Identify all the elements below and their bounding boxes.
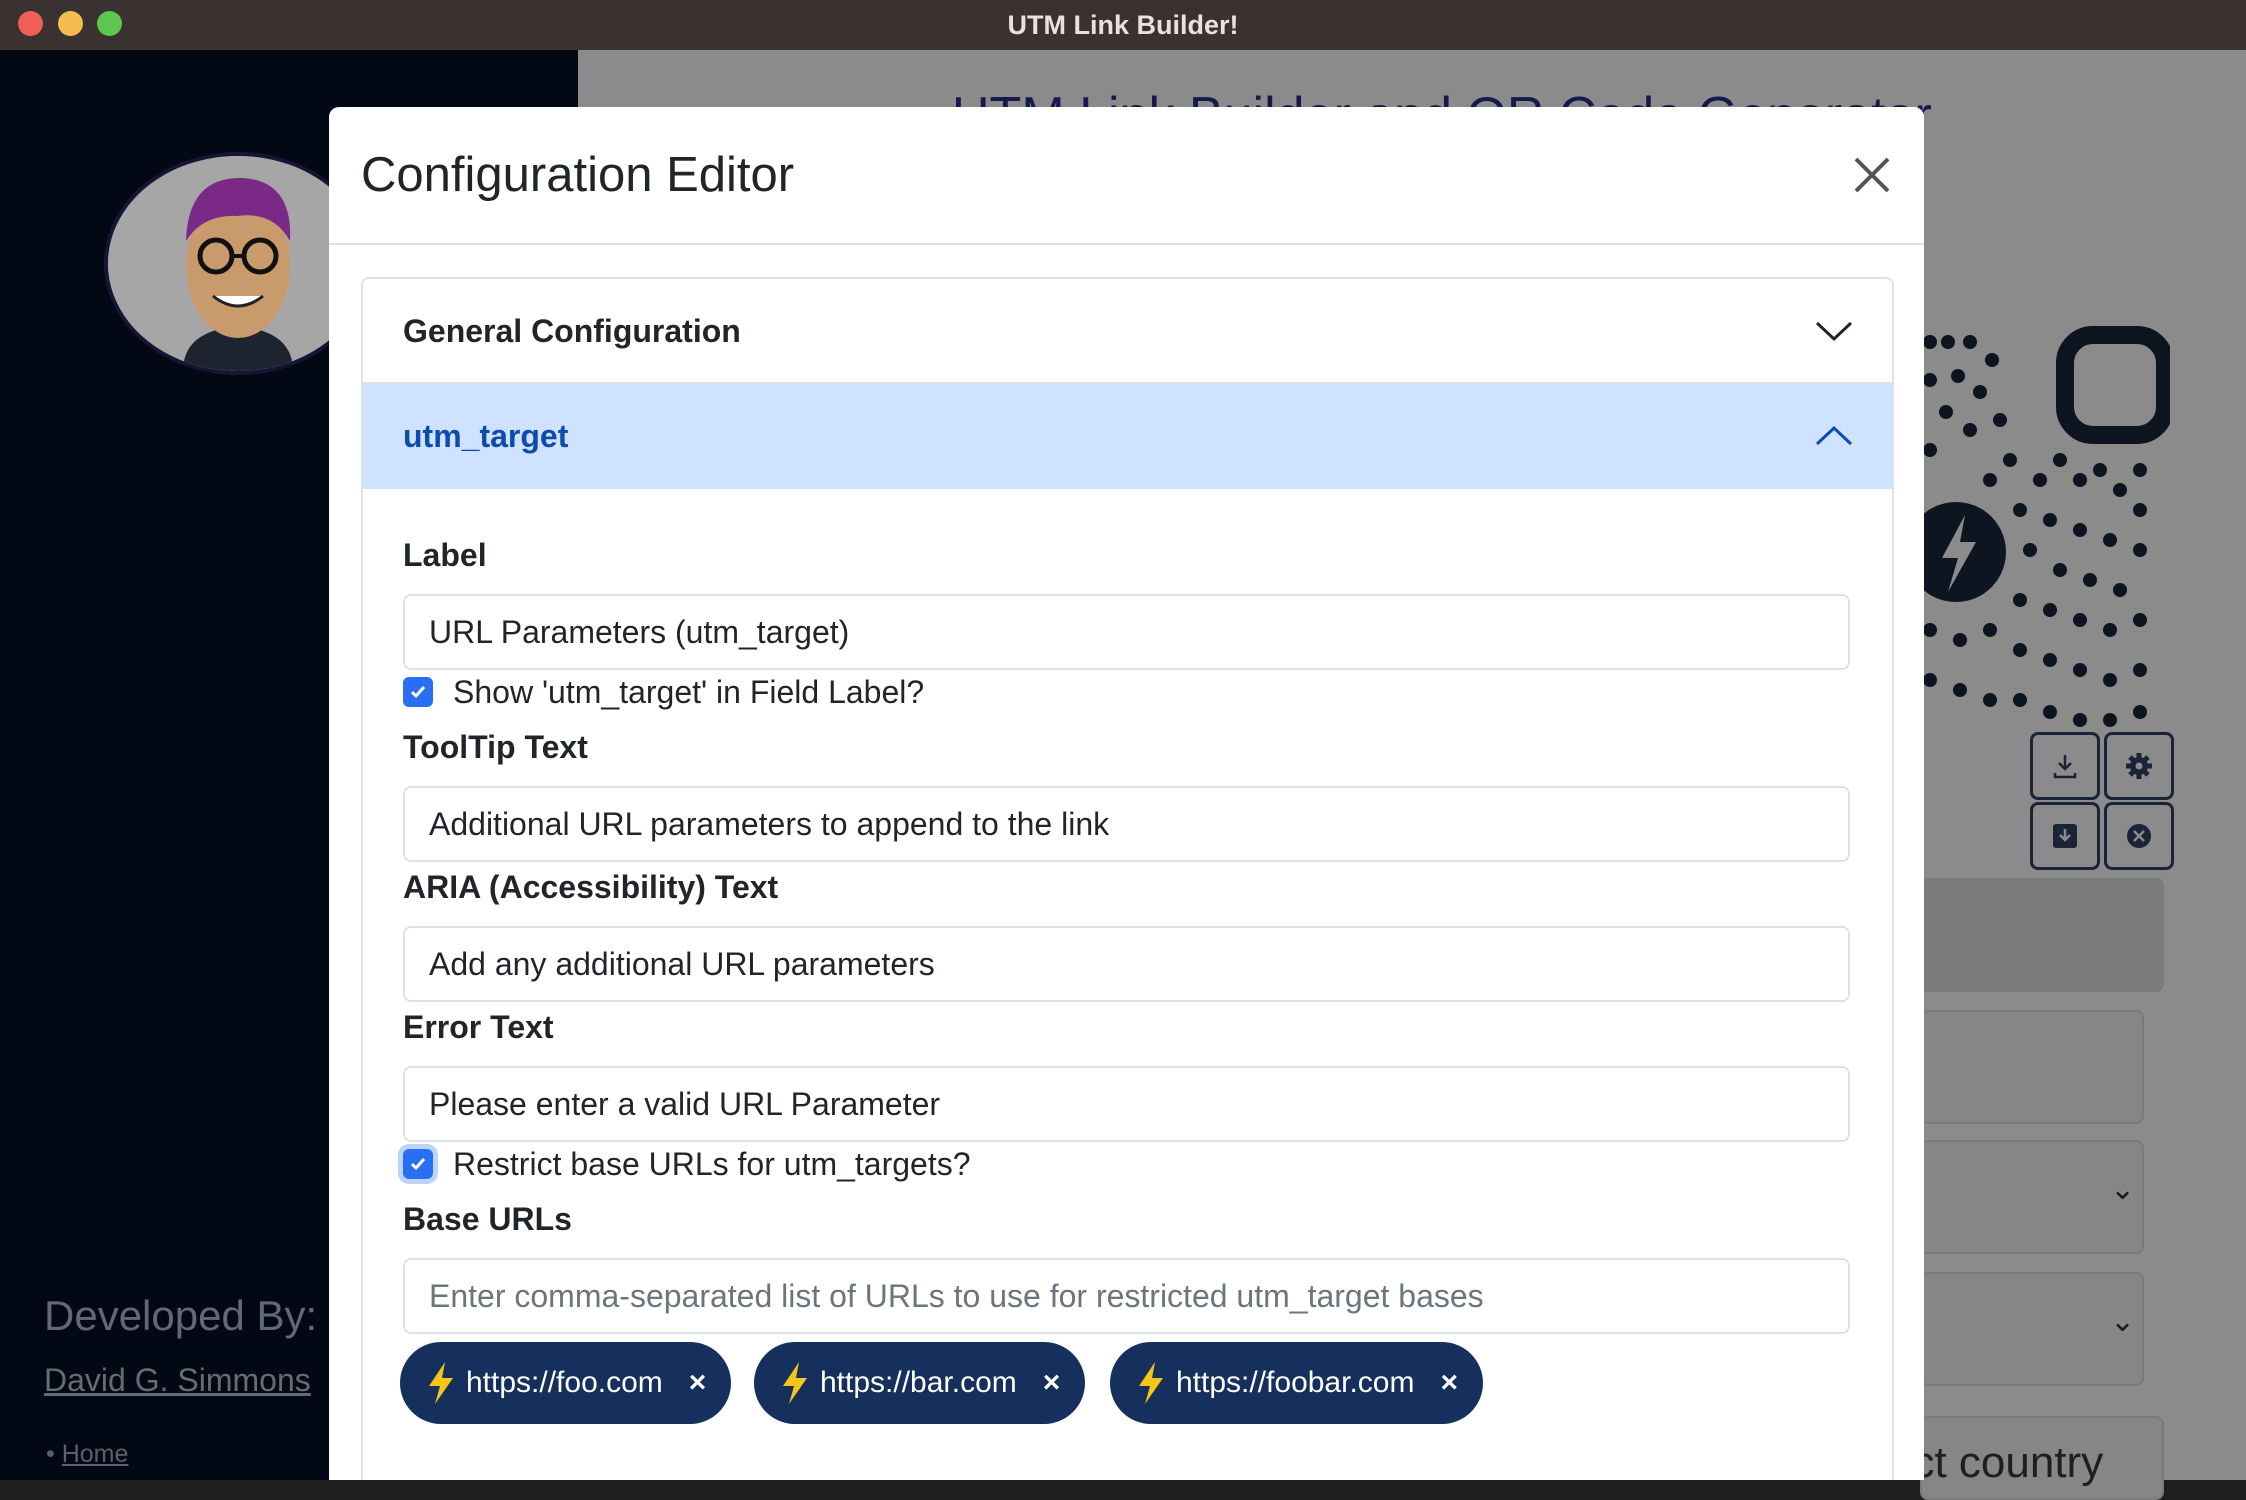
save-qr-button[interactable] (2030, 802, 2100, 870)
pill-label: https://bar.com (820, 1366, 1017, 1399)
pill-label: https://foo.com (466, 1366, 663, 1399)
lightning-icon (1139, 1362, 1163, 1404)
chevron-down-icon: ⌄ (2110, 1305, 2136, 1338)
restrict-urls-checkbox-row[interactable]: Restrict base URLs for utm_targets? (403, 1146, 971, 1182)
check-icon (410, 1158, 426, 1171)
remove-pill-button[interactable]: × (1440, 1366, 1458, 1400)
restrict-urls-text: Restrict base URLs for utm_targets? (453, 1145, 971, 1182)
cancel-icon (2127, 824, 2151, 848)
pill-label: https://foobar.com (1176, 1366, 1415, 1399)
chevron-down-icon (1815, 321, 1853, 342)
section-label: utm_target (403, 418, 569, 454)
check-icon (410, 686, 426, 699)
qr-settings-button[interactable] (2104, 732, 2174, 800)
close-icon[interactable] (1848, 151, 1896, 199)
background-input (1920, 1010, 2144, 1124)
gear-icon (2126, 753, 2152, 779)
show-in-label-checkbox-row[interactable]: Show 'utm_target' in Field Label? (403, 674, 924, 710)
base-url-pill[interactable]: https://foobar.com × (1110, 1342, 1483, 1424)
lightning-icon (783, 1362, 807, 1404)
developed-by-text: Developed By: (44, 1292, 318, 1339)
window-titlebar: UTM Link Builder! (0, 0, 2246, 50)
tooltip-input[interactable] (403, 786, 1850, 862)
base-urls-field-label: Base URLs (403, 1201, 572, 1237)
configuration-editor-modal: Configuration Editor General Configurati… (329, 107, 1924, 1480)
close-window-button[interactable] (18, 11, 43, 36)
error-field-label: Error Text (403, 1009, 554, 1045)
modal-header-divider (329, 243, 1924, 245)
chevron-up-icon (1815, 425, 1853, 446)
tooltip-field-label: ToolTip Text (403, 729, 588, 765)
label-field-label: Label (403, 537, 487, 573)
base-urls-input[interactable] (403, 1258, 1850, 1334)
section-utm-target[interactable]: utm_target (363, 384, 1892, 489)
download-qr-button[interactable] (2030, 732, 2100, 800)
home-link-label[interactable]: Home (62, 1440, 129, 1468)
modal-title: Configuration Editor (361, 148, 795, 202)
section-label: General Configuration (403, 313, 741, 349)
window-title: UTM Link Builder! (1007, 10, 1239, 40)
label-input[interactable] (403, 594, 1850, 670)
lightning-icon (429, 1362, 453, 1404)
background-panel (1920, 878, 2164, 992)
remove-pill-button[interactable]: × (1043, 1366, 1061, 1400)
base-url-pill[interactable]: https://foo.com × (400, 1342, 731, 1424)
developer-link[interactable]: David G. Simmons (44, 1362, 311, 1399)
config-accordion: General Configuration utm_target Label S… (361, 277, 1894, 1480)
aria-field-label: ARIA (Accessibility) Text (403, 869, 779, 905)
remove-pill-button[interactable]: × (689, 1366, 707, 1400)
home-link[interactable]: • Home (46, 1440, 128, 1469)
show-in-label-text: Show 'utm_target' in Field Label? (453, 673, 925, 710)
error-input[interactable] (403, 1066, 1850, 1142)
restrict-urls-checkbox[interactable] (403, 1149, 433, 1179)
zoom-window-button[interactable] (97, 11, 122, 36)
section-general-configuration[interactable]: General Configuration (363, 279, 1892, 384)
chevron-down-icon: ⌄ (2110, 1173, 2136, 1206)
qr-code (1910, 326, 2170, 727)
aria-input[interactable] (403, 926, 1850, 1002)
minimize-window-button[interactable] (58, 11, 83, 36)
clear-qr-button[interactable] (2104, 802, 2174, 870)
download-icon (2053, 755, 2077, 779)
show-in-label-checkbox[interactable] (403, 677, 433, 707)
save-icon (2053, 824, 2077, 848)
base-url-pill[interactable]: https://bar.com × (754, 1342, 1085, 1424)
